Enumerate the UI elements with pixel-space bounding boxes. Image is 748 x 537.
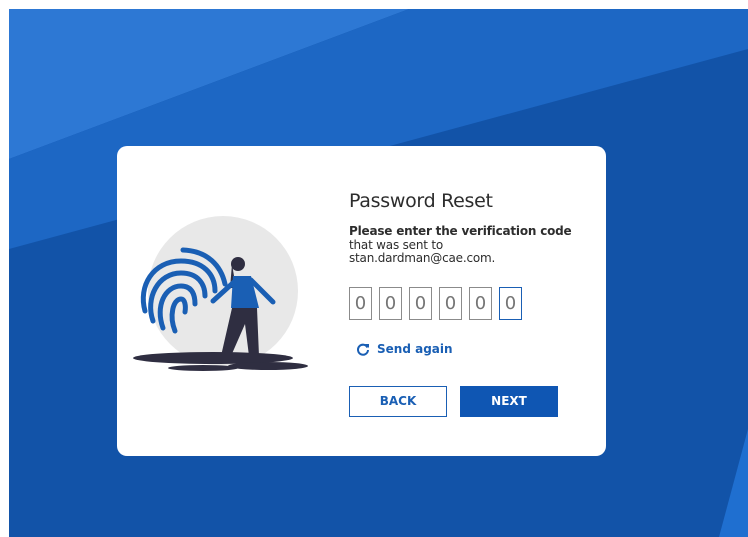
recipient-email: stan.dardman@cae.com. xyxy=(349,251,496,265)
code-digit-4[interactable] xyxy=(439,287,462,320)
code-digit-3[interactable] xyxy=(409,287,432,320)
instruction-text: Please enter the verification code xyxy=(349,224,572,238)
code-digit-6[interactable] xyxy=(499,287,522,320)
back-button[interactable]: BACK xyxy=(349,386,447,417)
refresh-icon xyxy=(357,343,369,356)
code-digit-5[interactable] xyxy=(469,287,492,320)
background: Password Reset Please enter the verifica… xyxy=(9,9,748,537)
next-button[interactable]: NEXT xyxy=(460,386,558,417)
password-reset-dialog: Password Reset Please enter the verifica… xyxy=(117,146,606,456)
send-again-link[interactable]: Send again xyxy=(356,342,453,356)
code-digit-1[interactable] xyxy=(349,287,372,320)
fingerprint-illustration xyxy=(133,216,308,371)
page-title: Password Reset xyxy=(349,190,493,212)
instruction-detail: that was sent to stan.dardman@cae.com. xyxy=(349,239,495,265)
code-digit-2[interactable] xyxy=(379,287,402,320)
send-again-label: Send again xyxy=(377,342,453,356)
verification-code-inputs xyxy=(349,287,522,320)
